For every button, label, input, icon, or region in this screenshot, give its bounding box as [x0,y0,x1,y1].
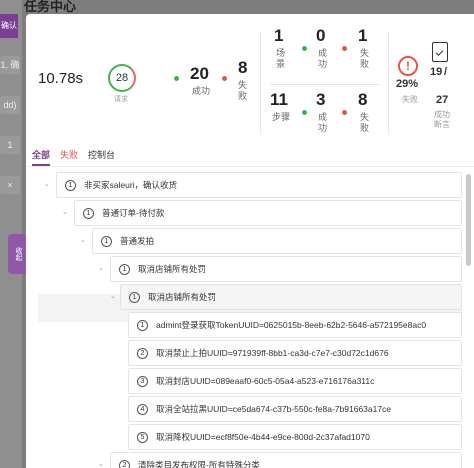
task-center-drawer: 10.78s 28 请求 20 成功 8 失败 1 场景 0 成功 1 失败 1… [26,14,474,468]
request-success-value: 20 [190,64,209,83]
index-badge: 2 [119,460,130,468]
tree-node-request[interactable]: 1 admint登录获取TokenUUID=0625015b-8eeb-62b2-… [128,312,462,338]
request-fail-label: 失败 [238,80,248,101]
document-check-icon [432,42,448,62]
stats-row-divider [270,84,380,85]
scene-success-value: 0 [316,26,326,45]
tree-node-label: admint登录获取TokenUUID=0625015b-8eeb-62b2-5… [156,320,427,330]
chevron-down-icon[interactable]: ⌄ [62,208,68,216]
stats-header: 10.78s 28 请求 20 成功 8 失败 1 场景 0 成功 1 失败 1… [26,14,474,142]
tab-all[interactable]: 全部 [32,148,50,161]
fail-dot [342,110,347,115]
scene-fail-label: 失败 [360,48,370,69]
alert-icon: ! [398,56,418,76]
index-badge: 3 [137,376,148,388]
tree-node-label: 取消禁止上拍UUID=971939ff-8bb1-ca3d-c7e7-c30d7… [156,348,389,358]
collapse-pill[interactable]: 收起 [8,234,28,274]
tab-failed[interactable]: 失败 [60,148,78,161]
tree-node-label: 清除类目发布权限-所有特殊分类 [138,460,260,468]
index-badge: 1 [137,320,148,332]
step-label: 步骤 [272,112,291,122]
background-side-tab: 确认收 [0,14,18,38]
drawer-title: 任务中心 [24,0,77,14]
tab-console[interactable]: 控制台 [88,148,115,161]
success-dot [302,110,307,115]
tree-node-label: 取消降权UUID=ecf8f50e-4b44-e9ce-800d-2c37afa… [156,432,370,442]
chevron-down-icon[interactable]: ⌄ [110,292,116,300]
fail-dot [342,46,347,51]
request-count-ring: 28 [108,64,136,92]
tree-node-label: 取消封店UUID=089eaaf0-60c5-05a4-a523-e716176… [156,376,375,386]
tree-node-request[interactable]: 3 取消封店UUID=089eaaf0-60c5-05a4-a523-e71617… [128,368,462,394]
index-badge: 1 [65,180,76,192]
success-dot [302,46,307,51]
background-field: 1 [0,136,20,154]
tree-node-step[interactable]: 1 取消店铺所有处罚 [120,284,462,310]
chevron-down-icon[interactable]: ⌄ [80,236,86,244]
background-field: dd) [0,96,20,114]
fail-rate-label: 失败 [402,95,418,104]
index-badge: 4 [137,404,148,416]
chevron-down-icon[interactable]: ⌄ [98,264,104,272]
step-success-label: 成功 [318,112,328,133]
background-field: 1, 确 [0,56,20,74]
scene-fail-value: 1 [358,26,368,45]
tree-node-label: 普通订单-待付款 [102,208,165,218]
index-badge: 1 [129,292,140,304]
step-value: 11 [270,90,288,109]
fail-rate-value: 29% [396,78,419,90]
tabs-divider [26,166,474,167]
index-badge: 2 [137,348,148,360]
chevron-down-icon[interactable]: ⌄ [98,460,104,468]
assert-total-value: 27 [436,94,449,106]
index-badge: 1 [101,236,112,248]
tree-node-request[interactable]: 5 取消降权UUID=ecf8f50e-4b44-e9ce-800d-2c37af… [128,424,462,450]
index-badge: 1 [119,264,130,276]
tree-node-request[interactable]: 4 取消全站拉黑UUID=ce5da674-c37b-550c-fe8a-7b91… [128,396,462,422]
tree-node-request[interactable]: 2 取消禁止上拍UUID=971939ff-8bb1-ca3d-c7e7-c30d… [128,340,462,366]
tree-node-label: 非买家saleuri，确认收货 [84,180,178,190]
scene-value: 1 [274,26,284,45]
chevron-down-icon[interactable]: ⌄ [44,180,50,188]
request-label: 请求 [114,96,128,103]
result-tree: ⌄ 1 非买家saleuri，确认收货 ⌄ 1 普通订单-待付款 ⌄ 1 普通发拍 ⌄… [32,172,462,468]
tree-node-step[interactable]: 2 清除类目发布权限-所有特殊分类 [110,452,462,468]
tree-node-label: 取消全站拉黑UUID=ce5da674-c37b-550c-fe8a-7b916… [156,404,392,414]
success-dot [174,76,179,81]
tree-scrollbar[interactable] [466,174,471,266]
tree-node-label: 取消店铺所有处罚 [138,264,207,274]
tree-node-step[interactable]: 1 普通订单-待付款 [74,200,462,226]
tree-node-label: 普通发拍 [120,236,155,246]
step-success-value: 3 [316,90,326,109]
tree-node-step[interactable]: 1 取消店铺所有处罚 [110,256,462,282]
tree-node-scenario[interactable]: 1 非买家saleuri，确认收货 [56,172,462,198]
step-fail-value: 8 [358,90,368,109]
fail-dot [222,76,227,81]
tree-node-label: 取消店铺所有处罚 [148,292,217,302]
duration-value: 10.78s [38,70,84,87]
background-field: × [0,176,20,194]
step-fail-label: 失败 [360,112,370,133]
index-badge: 5 [137,432,148,444]
stats-divider [388,32,389,134]
request-success-label: 成功 [192,86,211,96]
stats-divider [260,32,261,134]
assert-label: 成功断言 [434,110,450,129]
index-badge: 1 [83,208,94,220]
tree-node-step[interactable]: 1 普通发拍 [92,228,462,254]
result-tabs: 全部 失败 控制台 [26,146,474,166]
scene-label: 场景 [276,48,286,69]
scene-success-label: 成功 [318,48,328,69]
fraction-slash: / [444,66,448,78]
request-fail-value: 8 [238,58,248,77]
assert-passed-value: 19 [430,66,443,78]
